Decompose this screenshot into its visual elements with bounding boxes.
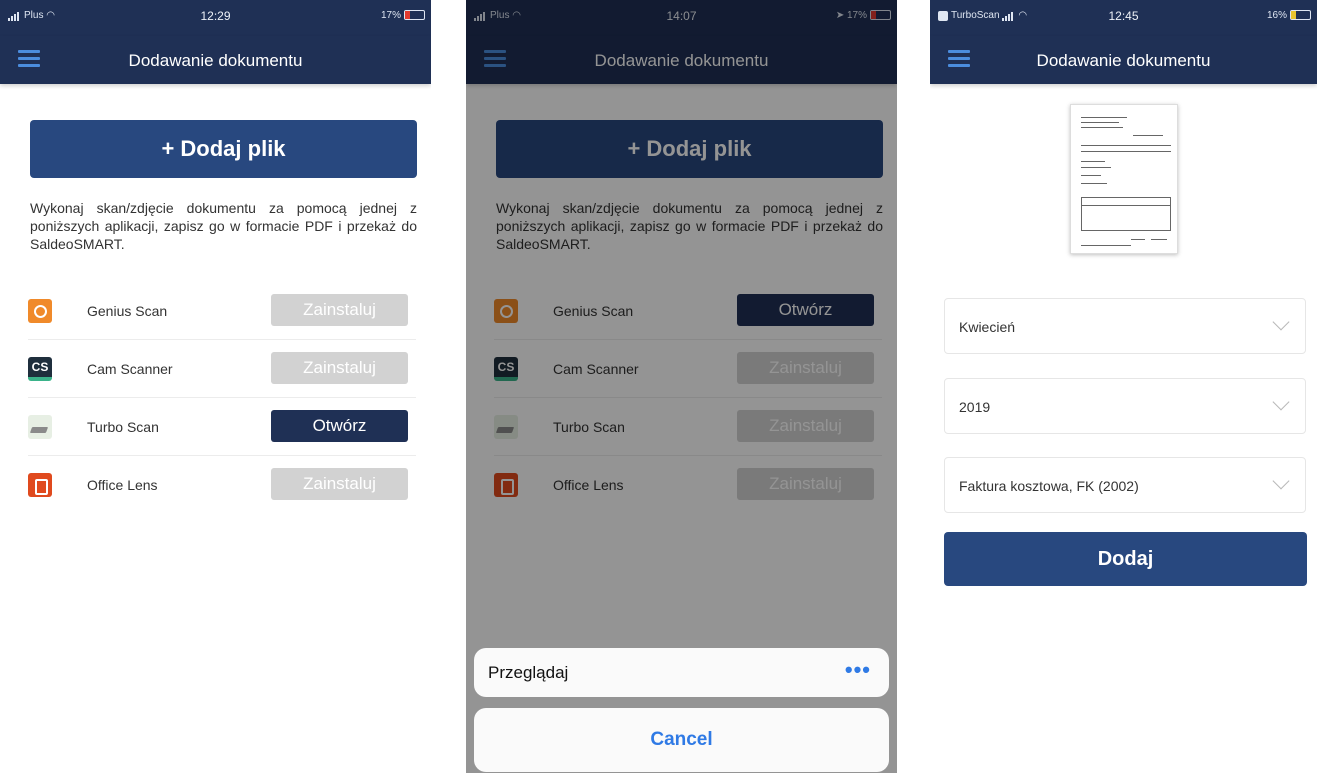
- document-type-select[interactable]: Faktura kosztowa, FK (2002): [944, 457, 1306, 513]
- screen-app-list: Plus ◠ 12:29 17% Dodawanie dokumentu + D…: [0, 0, 431, 773]
- cam-scanner-icon: CS: [28, 357, 52, 381]
- install-button[interactable]: Zainstaluj: [271, 352, 408, 384]
- screen-add-document: TurboScan ◠ 12:45 16% Dodawanie dokument…: [930, 0, 1317, 773]
- month-select[interactable]: Kwiecień: [944, 298, 1306, 354]
- add-file-button[interactable]: + Dodaj plik: [30, 120, 417, 178]
- app-row-turbo-scan: Turbo Scan Otwórz: [28, 398, 416, 456]
- install-button[interactable]: Zainstaluj: [271, 468, 408, 500]
- document-type-value: Faktura kosztowa, FK (2002): [959, 478, 1139, 494]
- office-lens-icon: [28, 473, 52, 497]
- nav-bar: Dodawanie dokumentu: [0, 36, 431, 84]
- nav-bar: Dodawanie dokumentu: [930, 36, 1317, 84]
- chevron-down-icon: [1272, 313, 1290, 331]
- turbo-scan-icon: [28, 415, 52, 439]
- clock: 12:45: [1108, 9, 1139, 23]
- status-bar: TurboScan ◠ 12:45 16%: [930, 0, 1317, 36]
- page-title: Dodawanie dokumentu: [128, 51, 303, 70]
- app-name: Office Lens: [87, 477, 158, 493]
- browse-action[interactable]: Przeglądaj •••: [474, 648, 889, 697]
- scanner-app-list: Genius Scan Zainstaluj CS Cam Scanner Za…: [28, 282, 416, 514]
- document-thumbnail[interactable]: [1070, 104, 1178, 254]
- screen-file-picker: Plus ◠ 14:07 ➤ 17% Dodawanie dokumentu +…: [466, 0, 897, 773]
- battery-icon: [1290, 10, 1311, 20]
- genius-scan-icon: [28, 299, 52, 323]
- chevron-down-icon: [1272, 393, 1290, 411]
- month-value: Kwiecień: [959, 319, 1016, 335]
- clock: 12:29: [200, 9, 231, 23]
- app-row-cam-scanner: CS Cam Scanner Zainstaluj: [28, 340, 416, 398]
- battery-icon: [404, 10, 425, 20]
- instructions-text: Wykonaj skan/zdjęcie dokumentu za pomocą…: [30, 200, 417, 252]
- open-button[interactable]: Otwórz: [271, 410, 408, 442]
- app-row-office-lens: Office Lens Zainstaluj: [28, 456, 416, 514]
- status-bar: Plus ◠ 12:29 17%: [0, 0, 431, 36]
- year-value: 2019: [959, 399, 991, 415]
- add-button[interactable]: Dodaj: [944, 532, 1307, 586]
- cancel-button[interactable]: Cancel: [474, 708, 889, 772]
- page-title: Dodawanie dokumentu: [1036, 51, 1211, 70]
- chevron-down-icon: [1272, 472, 1290, 490]
- more-icon: •••: [844, 657, 871, 682]
- install-button[interactable]: Zainstaluj: [271, 294, 408, 326]
- app-row-genius-scan: Genius Scan Zainstaluj: [28, 282, 416, 340]
- year-select[interactable]: 2019: [944, 378, 1306, 434]
- browse-label: Przeglądaj: [488, 663, 569, 682]
- app-name: Turbo Scan: [87, 419, 159, 435]
- battery-percent: 17%: [380, 10, 401, 21]
- app-name: Cam Scanner: [87, 361, 173, 377]
- app-name: Genius Scan: [87, 303, 168, 319]
- battery-percent: 16%: [1266, 10, 1287, 21]
